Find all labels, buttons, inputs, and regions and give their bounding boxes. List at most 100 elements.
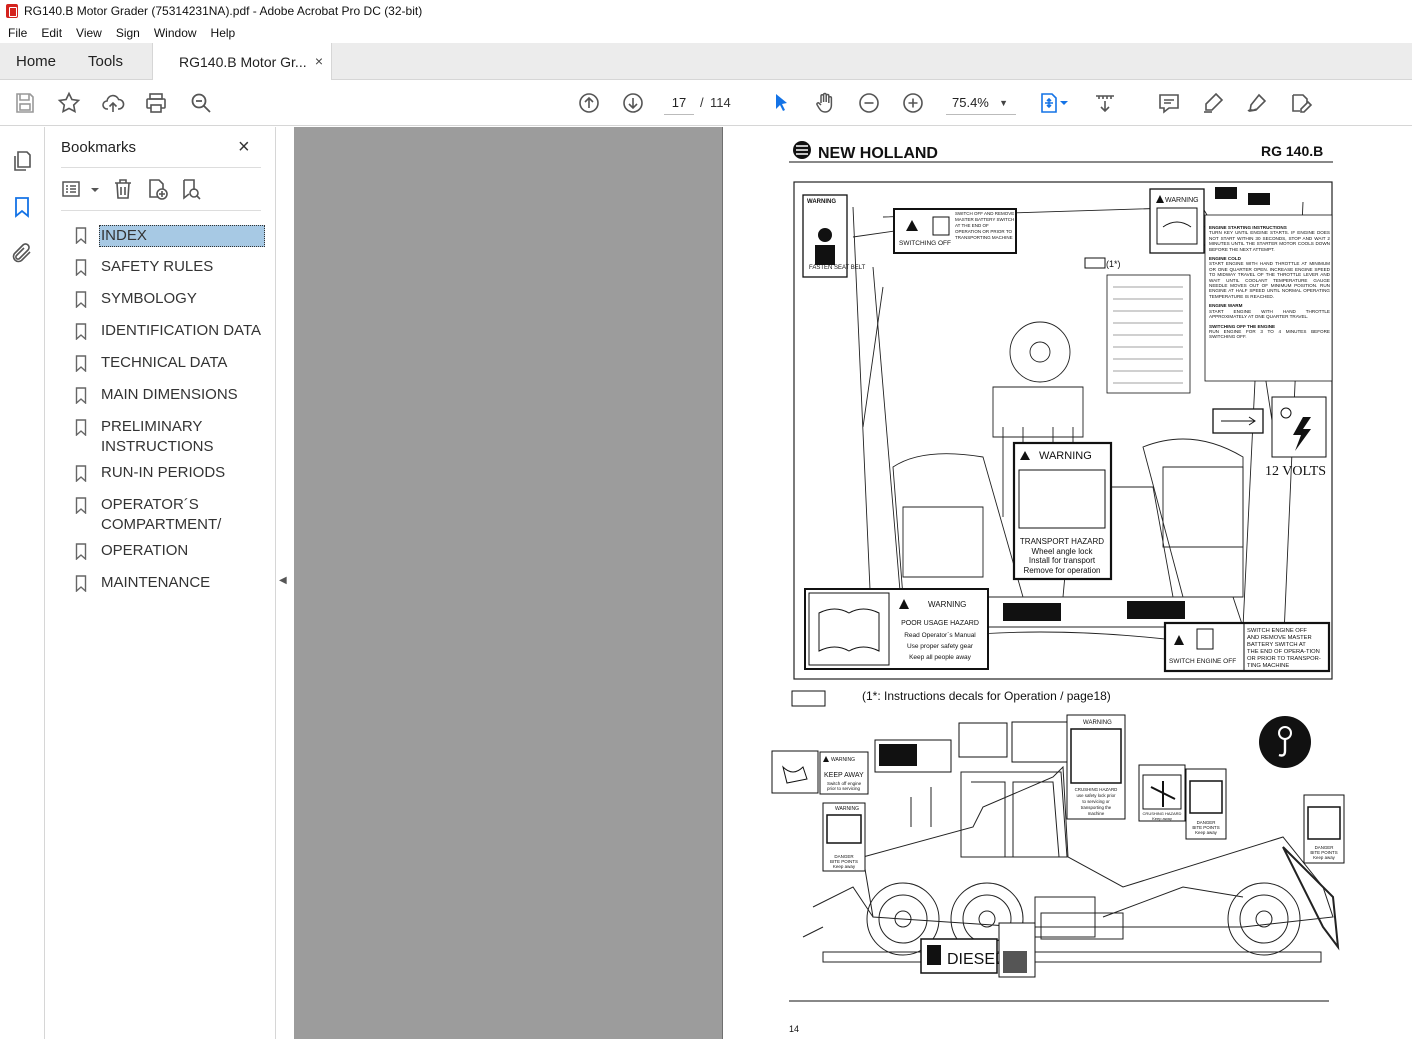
bookmark-safety-rules[interactable]: SAFETY RULES xyxy=(75,257,265,277)
svg-text:Remove for operation: Remove for operation xyxy=(1024,566,1101,575)
menu-window[interactable]: Window xyxy=(154,26,197,40)
bookmark-icon xyxy=(75,465,87,482)
brand-name: NEW HOLLAND xyxy=(818,145,938,162)
title-bar: RG140.B Motor Grader (75314231NA).pdf - … xyxy=(0,0,1412,22)
bookmark-run-in-periods[interactable]: RUN-IN PERIODS xyxy=(75,463,265,483)
options-dropdown-icon[interactable] xyxy=(83,177,99,201)
zoom-level-select[interactable]: 75.4% ▼ xyxy=(946,91,1016,115)
seat-belt-decal: WARNING FASTEN SEAT BELT xyxy=(802,194,866,278)
bookmarks-icon[interactable] xyxy=(10,195,34,219)
bookmark-label: SAFETY RULES xyxy=(101,258,214,275)
instruction-symbols-decal: (1*) xyxy=(1084,257,1191,394)
bookmark-symbology[interactable]: SYMBOLOGY xyxy=(75,289,265,309)
svg-text:(1*): (1*) xyxy=(1106,259,1121,269)
svg-text:Read Operator´s Manual: Read Operator´s Manual xyxy=(904,632,976,639)
save-icon[interactable] xyxy=(12,90,38,116)
select-cursor-icon[interactable] xyxy=(768,90,794,116)
svg-text:prior to servicing: prior to servicing xyxy=(827,786,861,791)
bookmarks-panel: Bookmarks × INDEX SAFETY RULES SYMBOLOGY… xyxy=(45,127,276,1039)
new-bookmark-icon[interactable] xyxy=(145,177,169,201)
bookmark-icon xyxy=(75,227,87,244)
bookmark-maintenance[interactable]: MAINTENANCE xyxy=(75,573,265,593)
menu-help[interactable]: Help xyxy=(211,26,236,40)
zoom-search-icon[interactable] xyxy=(188,90,214,116)
print-icon[interactable] xyxy=(143,90,169,116)
svg-text:OR PRIOR TO TRANSPOR-: OR PRIOR TO TRANSPOR- xyxy=(1247,656,1321,662)
window-title: RG140.B Motor Grader (75314231NA).pdf - … xyxy=(24,4,423,18)
bookmark-technical-data[interactable]: TECHNICAL DATA xyxy=(75,353,265,373)
acrobat-logo-icon xyxy=(6,4,18,18)
attachments-icon[interactable] xyxy=(10,241,34,265)
bookmark-icon xyxy=(75,291,87,308)
page-total: 114 xyxy=(710,95,731,110)
svg-text:WARNING: WARNING xyxy=(831,757,855,763)
svg-text:Keep away: Keep away xyxy=(1152,816,1172,821)
bite-points-decal-left: WARNING DANGER BITE POINTS Keep away xyxy=(822,802,866,872)
svg-text:Wheel angle lock: Wheel angle lock xyxy=(1032,547,1094,556)
tab-document[interactable]: RG140.B Motor Gr... × xyxy=(152,43,332,80)
scroll-mode-icon[interactable] xyxy=(1092,90,1118,116)
page-number: 14 xyxy=(789,1024,799,1034)
svg-text:Keep away: Keep away xyxy=(833,864,856,869)
svg-text:Use proper safety gear: Use proper safety gear xyxy=(907,643,974,650)
svg-text:WARNING: WARNING xyxy=(1039,450,1092,462)
page-up-icon[interactable] xyxy=(576,90,602,116)
zoom-in-icon[interactable] xyxy=(900,90,926,116)
menu-view[interactable]: View xyxy=(76,26,102,40)
bookmark-tools xyxy=(61,177,261,203)
bookmark-identification-data[interactable]: IDENTIFICATION DATA xyxy=(75,321,265,341)
zoom-out-icon[interactable] xyxy=(856,90,882,116)
fit-dropdown-icon[interactable] xyxy=(1058,90,1070,116)
bookmark-operators-compartment[interactable]: OPERATOR´S COMPARTMENT/ xyxy=(75,495,265,535)
bookmark-label: IDENTIFICATION DATA xyxy=(101,322,261,339)
svg-text:WARNING: WARNING xyxy=(1165,197,1199,204)
bookmark-label: OPERATOR´S COMPARTMENT/ xyxy=(101,496,222,533)
bookmark-label: TECHNICAL DATA xyxy=(101,354,228,371)
document-viewer-background[interactable] xyxy=(294,127,722,1039)
svg-text:SWITCH ENGINE OFF: SWITCH ENGINE OFF xyxy=(1247,628,1307,634)
bookmark-icon xyxy=(75,497,87,514)
page-down-icon[interactable] xyxy=(620,90,646,116)
menu-sign[interactable]: Sign xyxy=(116,26,140,40)
bookmark-index[interactable]: INDEX xyxy=(75,225,265,247)
highlight-pen-icon[interactable] xyxy=(1200,90,1226,116)
bookmark-label: INDEX xyxy=(99,225,265,247)
bookmark-operation[interactable]: OPERATION xyxy=(75,541,265,561)
bookmark-label: OPERATION xyxy=(101,542,189,559)
edit-pdf-icon[interactable] xyxy=(1288,90,1314,116)
page-thumbnails-icon[interactable] xyxy=(10,149,34,173)
menu-file[interactable]: File xyxy=(8,26,27,40)
pdf-page[interactable]: NEW HOLLAND RG 140.B WARNING FASTEN SEAT… xyxy=(722,127,1412,1039)
tab-document-label: RG140.B Motor Gr... xyxy=(179,53,307,70)
hand-tool-icon[interactable] xyxy=(812,90,838,116)
bookmark-search-icon[interactable] xyxy=(179,177,203,201)
svg-text:TRANSPORT HAZARD: TRANSPORT HAZARD xyxy=(1020,537,1104,546)
sign-icon[interactable] xyxy=(1244,90,1270,116)
star-icon[interactable] xyxy=(56,90,82,116)
divider xyxy=(61,167,261,168)
svg-text:SWITCH ENGINE OFF: SWITCH ENGINE OFF xyxy=(1169,658,1236,665)
options-list-icon[interactable] xyxy=(61,177,85,201)
tab-home[interactable]: Home xyxy=(16,43,56,80)
bookmark-label: RUN-IN PERIODS xyxy=(101,464,226,481)
close-icon[interactable]: × xyxy=(238,136,250,159)
bookmark-main-dimensions[interactable]: MAIN DIMENSIONS xyxy=(75,385,265,405)
svg-text:KEEP AWAY: KEEP AWAY xyxy=(824,772,864,779)
comment-icon[interactable] xyxy=(1156,90,1182,116)
svg-text:CRUSHING HAZARD: CRUSHING HAZARD xyxy=(1075,787,1118,792)
cloud-upload-icon[interactable] xyxy=(100,90,126,116)
divider xyxy=(61,210,261,211)
page-separator: / xyxy=(700,95,704,110)
bookmark-icon xyxy=(75,323,87,340)
tab-close-icon[interactable]: × xyxy=(315,53,323,69)
svg-text:Install for transport: Install for transport xyxy=(1029,556,1096,565)
collapse-panel-icon[interactable]: ◀ xyxy=(279,575,287,586)
diesel-decal: DIESEL xyxy=(920,922,1036,978)
tab-tools[interactable]: Tools xyxy=(88,43,123,80)
menu-edit[interactable]: Edit xyxy=(41,26,62,40)
svg-text:WARNING: WARNING xyxy=(928,600,966,609)
svg-text:Keep away: Keep away xyxy=(1313,855,1336,860)
delete-bookmark-icon[interactable] xyxy=(111,177,135,201)
bookmark-preliminary-instructions[interactable]: PRELIMINARY INSTRUCTIONS xyxy=(75,417,265,457)
page-number-input[interactable]: 17 xyxy=(664,91,694,115)
